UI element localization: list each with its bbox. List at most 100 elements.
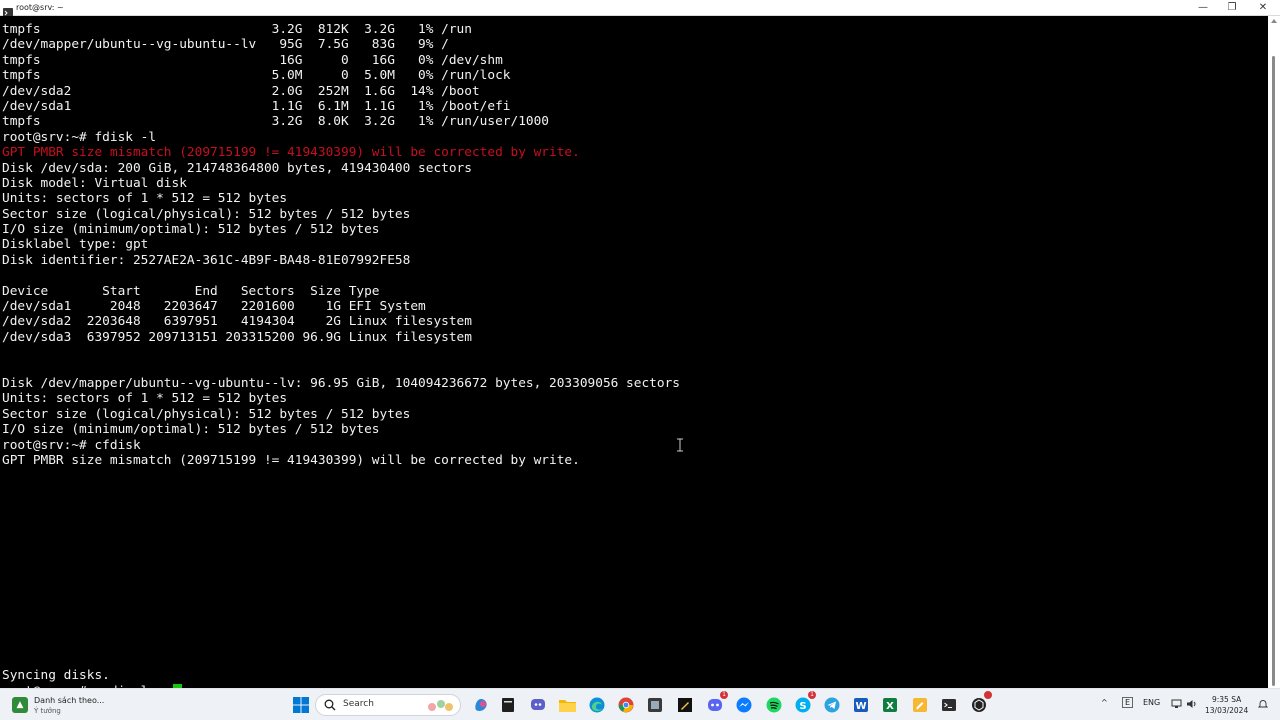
chatgpt-icon[interactable] — [969, 691, 992, 715]
telegram-icon[interactable] — [822, 695, 842, 715]
terminal-icon[interactable] — [939, 695, 959, 715]
terminal-line: root@srv:~# fdisk -l — [2, 130, 680, 145]
note-icon[interactable] — [910, 695, 930, 715]
notification-badge: 1 — [808, 691, 816, 699]
notification-badge: 1 — [720, 691, 728, 699]
terminal-line: /dev/mapper/ubuntu--vg-ubuntu--lv 95G 7.… — [2, 37, 680, 52]
minimize-button[interactable]: — — [1188, 0, 1218, 15]
excel-icon[interactable]: X — [880, 695, 900, 715]
terminal-line-text: Sector size (logical/physical): 512 byte… — [2, 206, 411, 222]
folder-icon[interactable] — [557, 695, 577, 715]
edge-icon[interactable] — [587, 695, 607, 715]
terminal-line-text: GPT PMBR size mismatch (209715199 != 419… — [2, 452, 580, 468]
news-widget[interactable]: ▲ Danh sách theo... Ý tưởng — [8, 692, 128, 718]
scrollbar-thumb[interactable] — [1272, 56, 1275, 686]
terminal-line-text: Units: sectors of 1 * 512 = 512 bytes — [2, 191, 288, 207]
spotify-icon[interactable] — [764, 695, 784, 715]
file-icon[interactable] — [498, 695, 518, 715]
word-icon[interactable]: W — [851, 695, 871, 715]
terminal-line: Disk identifier: 2527AE2A-361C-4B9F-BA48… — [2, 253, 680, 268]
close-button[interactable]: ✕ — [1248, 0, 1278, 15]
notepad-icon[interactable] — [675, 695, 695, 715]
terminal-line: I/O size (minimum/optimal): 512 bytes / … — [2, 422, 680, 437]
maximize-button[interactable]: ❐ — [1217, 0, 1247, 15]
terminal-line-text: /dev/mapper/ubuntu--vg-ubuntu--lv 95G 7.… — [2, 37, 449, 53]
terminal-line-text: Disk /dev/sda: 200 GiB, 214748364800 byt… — [2, 160, 472, 176]
notification-badge — [984, 691, 992, 699]
terminal-line-text: Disk /dev/mapper/ubuntu--vg-ubuntu--lv: … — [2, 375, 680, 391]
terminal-line: Units: sectors of 1 * 512 = 512 bytes — [2, 191, 680, 206]
terminal-line: GPT PMBR size mismatch (209715199 != 419… — [2, 453, 680, 468]
volume-icon[interactable] — [1186, 699, 1198, 709]
terminal-line: Device Start End Sectors Size Type — [2, 284, 680, 299]
terminal-line: Sector size (logical/physical): 512 byte… — [2, 207, 680, 222]
terminal-line: tmpfs 16G 0 16G 0% /dev/shm — [2, 53, 680, 68]
discord-icon[interactable]: 1 — [705, 691, 728, 715]
terminal-line: Disk /dev/sda: 200 GiB, 214748364800 byt… — [2, 161, 680, 176]
terminal-line-text: Syncing disks. — [2, 668, 110, 684]
copilot-icon[interactable] — [471, 695, 491, 715]
terminal-line-text: /dev/sda2 2.0G 252M 1.6G 14% /boot — [2, 83, 480, 99]
terminal-line: /dev/sda3 6397952 209713151 203315200 96… — [2, 330, 680, 345]
terminal-line-text: Disklabel type: gpt — [2, 237, 149, 253]
terminal-line: Units: sectors of 1 * 512 = 512 bytes — [2, 391, 680, 406]
terminal-line: tmpfs 5.0M 0 5.0M 0% /run/lock — [2, 68, 680, 83]
terminal-line-text: I/O size (minimum/optimal): 512 bytes / … — [2, 422, 380, 438]
taskbar: ▲ Danh sách theo... Ý tưởng Search 1 S 1… — [0, 688, 1280, 720]
skype-icon[interactable]: S 1 — [793, 691, 816, 715]
search-placeholder: Search — [343, 699, 374, 709]
system-clock[interactable]: 9:35 SA 13/03/2024 — [1205, 694, 1248, 716]
terminal-line-text: /dev/sda3 6397952 209713151 203315200 96… — [2, 329, 472, 345]
network-icon[interactable] — [1171, 699, 1183, 709]
terminal-line-text: tmpfs 5.0M 0 5.0M 0% /run/lock — [2, 68, 511, 84]
text-cursor-icon — [677, 438, 683, 452]
app-icon[interactable] — [645, 695, 665, 715]
terminal-line: /dev/sda2 2.0G 252M 1.6G 14% /boot — [2, 84, 680, 99]
terminal-line-text: Disk model: Virtual disk — [2, 175, 187, 191]
search-icon — [324, 699, 336, 711]
messenger-icon[interactable] — [734, 695, 754, 715]
chrome-icon[interactable] — [616, 695, 636, 715]
show-hidden-icons-chevron[interactable]: ^ — [1101, 698, 1108, 707]
terminal-output[interactable]: tmpfs 3.2G 812K 3.2G 1% /run/dev/mapper/… — [0, 16, 1268, 688]
terminal-line-text: tmpfs 3.2G 8.0K 3.2G 1% /run/user/1000 — [2, 114, 550, 130]
vertical-scrollbar[interactable] — [1268, 16, 1280, 688]
terminal-line: Disklabel type: gpt — [2, 237, 680, 252]
window-title-bar: root@srv: ~ — ❐ ✕ — [0, 0, 1280, 18]
terminal-error-line: GPT PMBR size mismatch (209715199 != 419… — [2, 145, 680, 160]
terminal-line-text: Sector size (logical/physical): 512 byte… — [2, 406, 411, 422]
taskbar-search-box[interactable]: Search — [315, 694, 461, 716]
terminal-line: I/O size (minimum/optimal): 512 bytes / … — [2, 222, 680, 237]
terminal-line-text: root@srv:~# cfdisk — [2, 437, 141, 453]
terminal-line: Syncing disks. — [2, 668, 680, 683]
terminal-line: Sector size (logical/physical): 512 byte… — [2, 407, 680, 422]
terminal-line: /dev/sda2 2203648 6397951 4194304 2G Lin… — [2, 314, 680, 329]
language-indicator[interactable]: ENG — [1143, 698, 1160, 707]
terminal-line: Disk /dev/mapper/ubuntu--vg-ubuntu--lv: … — [2, 376, 680, 391]
terminal-line: tmpfs 3.2G 8.0K 3.2G 1% /run/user/1000 — [2, 114, 680, 129]
scroll-up-icon[interactable] — [1271, 19, 1277, 23]
chat-icon[interactable] — [528, 695, 548, 715]
notification-bell-icon[interactable] — [1258, 699, 1268, 709]
terminal-line: root@srv:~# cfdisk — [2, 438, 680, 453]
terminal-line-text: /dev/sda1 2048 2203647 2201600 1G EFI Sy… — [2, 299, 426, 315]
terminal-line: /dev/sda1 2048 2203647 2201600 1G EFI Sy… — [2, 299, 680, 314]
keyboard-icon[interactable]: E — [1122, 697, 1134, 708]
svg-text:W: W — [855, 701, 866, 712]
widget-subtitle: Ý tưởng — [34, 707, 61, 715]
terminal-line-text: tmpfs 16G 0 16G 0% /dev/shm — [2, 52, 503, 68]
start-icon[interactable] — [291, 695, 311, 715]
